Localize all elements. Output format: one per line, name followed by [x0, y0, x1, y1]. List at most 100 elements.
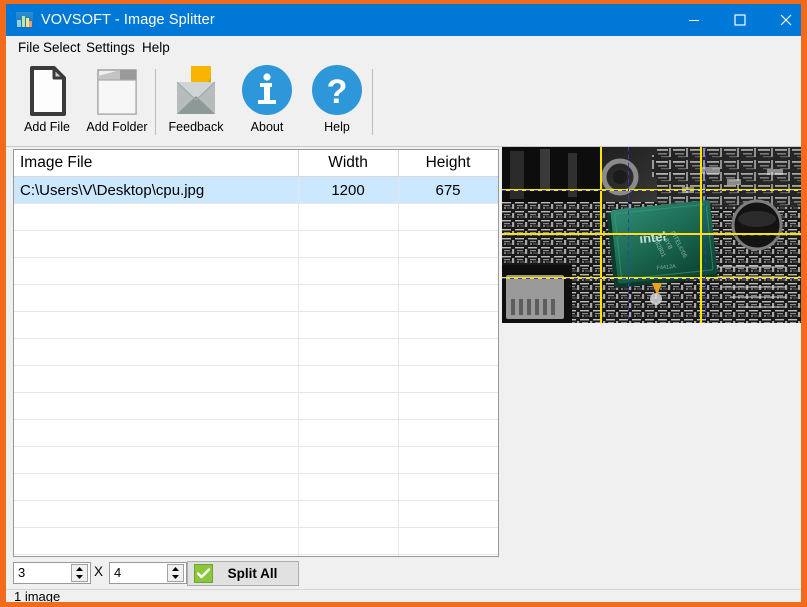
- cell-height: 675: [398, 177, 498, 204]
- cell-empty: [398, 420, 498, 447]
- green-check-icon: [194, 564, 213, 583]
- minimize-button[interactable]: [671, 4, 717, 35]
- cell-empty: [14, 474, 298, 501]
- cell-empty: [298, 555, 398, 558]
- columns-stepper[interactable]: 3: [13, 562, 91, 584]
- table-row-empty[interactable]: [14, 366, 498, 393]
- table-row-empty[interactable]: [14, 258, 498, 285]
- table-header-row: Image File Width Height: [14, 150, 498, 177]
- table-row-empty[interactable]: [14, 420, 498, 447]
- cell-empty: [298, 474, 398, 501]
- status-bar: 1 image: [6, 589, 801, 602]
- table-row[interactable]: C:\Users\V\Desktop\cpu.jpg 1200 675: [14, 177, 498, 204]
- cell-empty: [14, 231, 298, 258]
- cell-empty: [398, 528, 498, 555]
- cell-empty: [14, 204, 298, 231]
- stepper-down-icon[interactable]: [168, 573, 183, 581]
- info-circle-icon: [232, 62, 302, 120]
- stepper-down-icon[interactable]: [72, 573, 87, 581]
- cell-empty: [398, 285, 498, 312]
- cell-empty: [398, 447, 498, 474]
- table-row-empty[interactable]: [14, 339, 498, 366]
- column-header-width[interactable]: Width: [298, 150, 398, 177]
- close-button[interactable]: [763, 4, 801, 35]
- cell-empty: [398, 258, 498, 285]
- cell-empty: [14, 312, 298, 339]
- split-all-button[interactable]: Split All: [187, 561, 299, 586]
- help-label: Help: [302, 120, 372, 134]
- add-folder-button[interactable]: Add Folder: [82, 62, 152, 142]
- grid-line-horizontal-secondary: [502, 190, 801, 191]
- table-row-empty[interactable]: [14, 204, 498, 231]
- title-bar: VOVSOFT - Image Splitter: [6, 4, 801, 36]
- cell-empty: [298, 204, 398, 231]
- cell-empty: [14, 393, 298, 420]
- cell-empty: [398, 312, 498, 339]
- image-preview[interactable]: intel FW82801 SL8YB INTEL©'05 F4412A: [502, 147, 801, 323]
- cell-image-file: C:\Users\V\Desktop\cpu.jpg: [14, 177, 298, 204]
- table-row-empty[interactable]: [14, 555, 498, 558]
- window-title: VOVSOFT - Image Splitter: [41, 10, 215, 30]
- about-button[interactable]: About: [232, 62, 302, 142]
- svg-text:?: ?: [327, 73, 348, 111]
- maximize-icon: [734, 14, 746, 26]
- column-header-image-file[interactable]: Image File: [14, 150, 298, 177]
- desktop-background: VOVSOFT - Image Splitter File Select: [0, 0, 807, 607]
- rows-stepper[interactable]: 4: [109, 562, 187, 584]
- cell-empty: [14, 366, 298, 393]
- cell-empty: [298, 339, 398, 366]
- cell-empty: [398, 474, 498, 501]
- grid-line-horizontal-secondary: [502, 278, 801, 279]
- help-button[interactable]: ? Help: [302, 62, 372, 142]
- question-circle-icon: ?: [302, 62, 372, 120]
- stepper-up-icon[interactable]: [72, 565, 87, 573]
- multiply-label: X: [94, 564, 103, 579]
- add-file-button[interactable]: Add File: [12, 62, 82, 142]
- cell-empty: [298, 501, 398, 528]
- split-all-label: Split All: [213, 566, 298, 581]
- add-folder-label: Add Folder: [82, 120, 152, 134]
- rows-stepper-arrows[interactable]: [167, 564, 184, 582]
- cell-empty: [14, 555, 298, 558]
- envelope-mail-icon: [161, 62, 231, 120]
- folder-icon: [82, 62, 152, 120]
- cell-empty: [298, 312, 398, 339]
- menu-item-select[interactable]: Select: [39, 39, 85, 57]
- table-row-empty[interactable]: [14, 447, 498, 474]
- feedback-button[interactable]: Feedback: [161, 62, 231, 142]
- columns-stepper-arrows[interactable]: [71, 564, 88, 582]
- close-icon: [780, 14, 792, 26]
- toolbar: Add File Add Folder: [6, 59, 801, 147]
- stepper-up-icon[interactable]: [168, 565, 183, 573]
- table-row-empty[interactable]: [14, 231, 498, 258]
- cell-empty: [14, 528, 298, 555]
- columns-value: 3: [18, 564, 25, 582]
- table-row-empty[interactable]: [14, 312, 498, 339]
- menu-item-settings[interactable]: Settings: [82, 39, 139, 57]
- table-row-empty[interactable]: [14, 393, 498, 420]
- table-row-empty[interactable]: [14, 474, 498, 501]
- table-row-empty[interactable]: [14, 528, 498, 555]
- menu-bar: File Select Settings Help: [6, 36, 801, 59]
- table-body: C:\Users\V\Desktop\cpu.jpg 1200 675: [14, 177, 498, 558]
- cell-empty: [398, 231, 498, 258]
- toolbar-separator: [155, 69, 156, 135]
- menu-item-help[interactable]: Help: [138, 39, 174, 57]
- document-page-icon: [12, 62, 82, 120]
- cell-empty: [14, 420, 298, 447]
- file-table: Image File Width Height C:\Users\V\Deskt…: [14, 150, 499, 557]
- app-window: VOVSOFT - Image Splitter File Select: [6, 4, 801, 602]
- table-row-empty[interactable]: [14, 285, 498, 312]
- maximize-button[interactable]: [717, 4, 763, 35]
- image-file-list[interactable]: Image File Width Height C:\Users\V\Deskt…: [13, 149, 499, 557]
- cell-empty: [398, 366, 498, 393]
- about-label: About: [232, 120, 302, 134]
- table-row-empty[interactable]: [14, 501, 498, 528]
- cell-empty: [298, 231, 398, 258]
- cell-empty: [298, 258, 398, 285]
- column-header-height[interactable]: Height: [398, 150, 498, 177]
- app-icon: [16, 12, 33, 28]
- cell-empty: [398, 501, 498, 528]
- cell-width: 1200: [298, 177, 398, 204]
- cell-empty: [298, 447, 398, 474]
